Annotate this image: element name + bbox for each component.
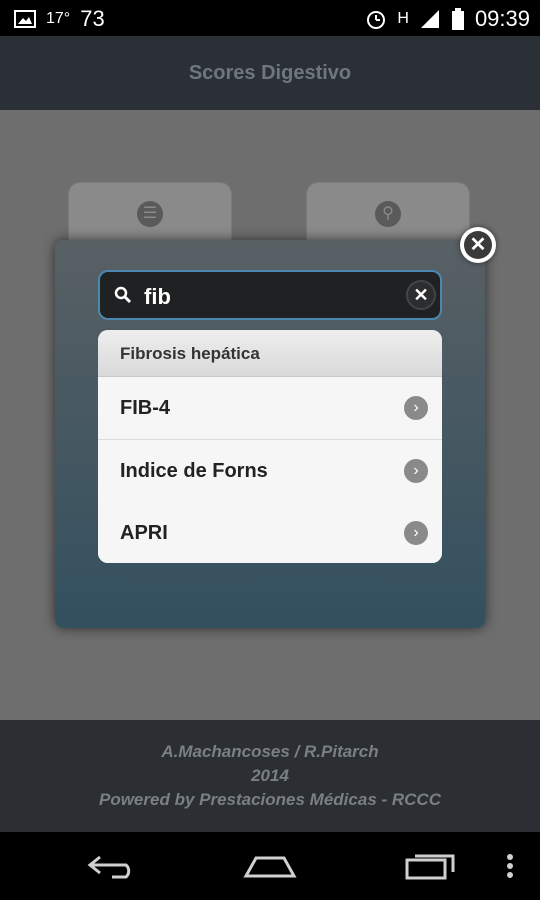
search-results-list: Fibrosis hepática FIB-4 › Indice de Forn… [98, 330, 442, 563]
close-icon: ✕ [464, 231, 492, 259]
chevron-right-icon: › [404, 521, 428, 545]
search-input[interactable] [142, 281, 406, 313]
image-icon [14, 10, 36, 28]
result-label: FIB-4 [120, 397, 170, 419]
app-header: Scores Digestivo [0, 36, 540, 111]
home-icon [243, 856, 297, 878]
signal-icon [420, 10, 439, 28]
network-type: H [397, 10, 409, 27]
group-header-label: Fibrosis hepática [120, 344, 260, 363]
list-icon: ☰ [137, 201, 163, 227]
footer-authors: A.Machancoses / R.Pitarch [161, 742, 379, 761]
search-icon: ⚲ [375, 201, 401, 227]
chevron-right-icon: › [404, 396, 428, 420]
navigation-bar [0, 832, 540, 900]
footer-powered-by: Powered by Prestaciones Médicas - RCCC [98, 790, 441, 809]
result-item-apri[interactable]: APRI › [98, 502, 442, 563]
footer: A.Machancoses / R.Pitarch 2014 Powered b… [0, 720, 540, 832]
search-clear-button[interactable]: ✕ [406, 280, 436, 310]
overflow-menu-button[interactable] [480, 832, 540, 900]
result-label: APRI [120, 522, 168, 544]
clock: 09:39 [474, 6, 530, 31]
temperature-value: 73 [80, 6, 105, 31]
search-icon [114, 286, 132, 304]
footer-year: 2014 [251, 766, 289, 785]
chevron-right-icon: › [404, 459, 428, 483]
back-icon [87, 855, 131, 879]
results-group-header: Fibrosis hepática [98, 330, 442, 377]
result-label: Indice de Forns [120, 460, 268, 482]
page-title: Scores Digestivo [188, 62, 352, 84]
recent-apps-icon [405, 854, 455, 880]
clear-icon: ✕ [413, 284, 429, 305]
more-vert-icon [507, 854, 513, 878]
back-button[interactable] [52, 832, 172, 900]
recent-apps-button[interactable] [370, 832, 490, 900]
battery-icon [451, 8, 464, 30]
home-button[interactable] [210, 832, 330, 900]
temperature: 17° [46, 10, 71, 27]
search-field: ✕ [98, 270, 442, 320]
alarm-icon [367, 11, 386, 29]
result-item-fib4[interactable]: FIB-4 › [98, 377, 442, 440]
status-bar: 17° 73 H 09:39 [0, 0, 540, 36]
result-item-indice-forns[interactable]: Indice de Forns › [98, 440, 442, 503]
popup-close-button[interactable]: ✕ [460, 227, 496, 263]
